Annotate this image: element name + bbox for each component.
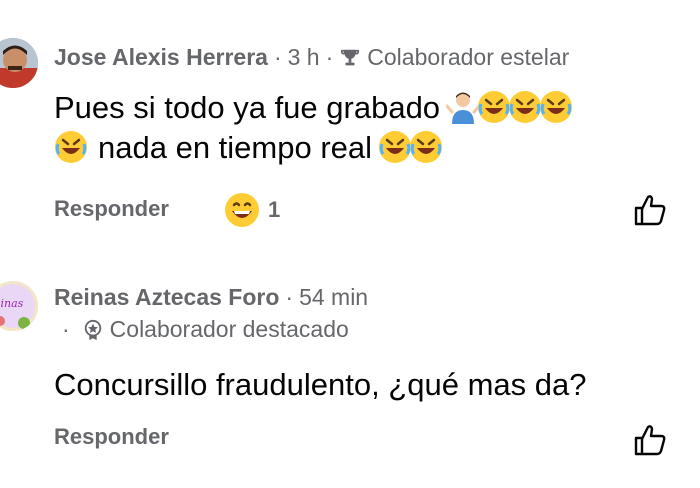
badge-label[interactable]: Colaborador estelar bbox=[367, 44, 569, 71]
comment-line: Pues si todo ya fue grabado bbox=[54, 88, 573, 128]
comment-meta: Jose Alexis Herrera · 3 h · Colaborador … bbox=[54, 44, 569, 71]
rolling-on-floor-laughing-icon bbox=[55, 131, 87, 163]
shrugging-person-icon bbox=[446, 92, 481, 124]
dot-separator: · bbox=[62, 316, 70, 342]
comment-meta: Reinas Aztecas Foro · 54 min bbox=[54, 284, 368, 311]
dot-separator: · bbox=[325, 44, 334, 70]
grinning-face-icon bbox=[225, 193, 259, 227]
comment-text-line1: Pues si todo ya fue grabado bbox=[54, 90, 441, 125]
author-name[interactable]: Jose Alexis Herrera bbox=[54, 44, 268, 71]
trophy-icon bbox=[341, 49, 360, 65]
rising-star-icon bbox=[84, 319, 101, 340]
timestamp[interactable]: 3 h bbox=[288, 44, 320, 71]
rolling-on-floor-laughing-icon bbox=[379, 131, 412, 163]
rolling-on-floor-laughing-icon bbox=[410, 131, 443, 163]
comment-line: nada en tiempo real bbox=[54, 128, 573, 168]
like-icon[interactable] bbox=[632, 192, 668, 228]
svg-text:einas: einas bbox=[0, 297, 24, 310]
dot-separator: · bbox=[273, 44, 282, 70]
badge-label[interactable]: Colaborador destacado bbox=[110, 316, 349, 343]
rolling-on-floor-laughing-icon bbox=[540, 91, 573, 123]
reaction-count: 1 bbox=[268, 197, 281, 222]
comment-text: Pues si todo ya fue grabado nada en tiem… bbox=[54, 88, 573, 168]
reply-button[interactable]: Responder bbox=[54, 424, 169, 450]
rolling-on-floor-laughing-icon bbox=[509, 91, 542, 123]
dot-separator: · bbox=[285, 284, 294, 310]
author-name[interactable]: Reinas Aztecas Foro bbox=[54, 284, 279, 311]
timestamp[interactable]: 54 min bbox=[299, 284, 368, 311]
rolling-on-floor-laughing-icon bbox=[478, 91, 511, 123]
comments-section: Jose Alexis Herrera · 3 h · Colaborador … bbox=[0, 0, 700, 488]
avatar[interactable]: einas bbox=[0, 281, 38, 331]
comment-text: Concursillo fraudulento, ¿qué mas da? bbox=[54, 367, 587, 402]
like-icon[interactable] bbox=[632, 422, 668, 458]
reaction-summary[interactable]: 1 bbox=[224, 192, 280, 228]
reply-button[interactable]: Responder bbox=[54, 196, 169, 222]
badge-row: · Colaborador destacado bbox=[62, 316, 349, 343]
avatar[interactable] bbox=[0, 38, 38, 88]
comment-text-line2: nada en tiempo real bbox=[98, 130, 373, 165]
